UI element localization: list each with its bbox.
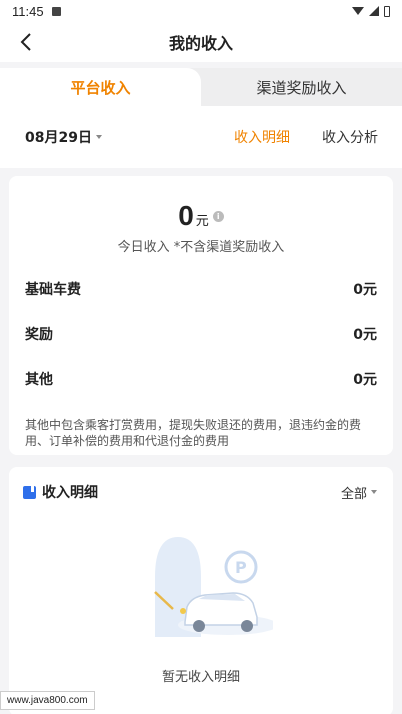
status-bar: 11:45 [0,0,402,22]
breakdown-label: 其他 [25,372,53,388]
filter-bar: 08月29日 收入明细 收入分析 [0,106,402,168]
breakdown-label: 基础车费 [25,282,81,298]
empty-state-text: 暂无收入明细 [161,670,240,685]
info-icon[interactable]: i [212,210,224,222]
date-picker[interactable]: 08月29日 [25,127,102,147]
back-button[interactable] [14,30,38,54]
breakdown-value: 0元 [353,327,377,343]
detail-filter-value: 全部 [340,486,367,502]
breakdown-label: 奖励 [25,327,53,343]
detail-header: 收入明细 全部 [23,482,377,502]
watermark: www.java800.com [0,691,95,710]
breakdown-value: 0元 [353,282,377,298]
tab-platform-income[interactable]: 平台收入 [0,68,201,106]
amount-unit: 元 [195,214,209,229]
income-detail-card: 收入明细 全部 P 暂无收入明细 [9,467,393,714]
breakdown-row: 奖励 0元 [25,324,377,369]
caret-down-icon [371,490,377,494]
empty-state-car-illustration-icon: P [154,537,273,637]
battery-icon [384,5,390,17]
income-tabs: 平台收入 渠道奖励收入 [0,68,402,106]
signal-icon [369,6,379,16]
amount-value: 0 [178,200,194,231]
tab-channel-reward-income[interactable]: 渠道奖励收入 [201,68,402,106]
income-breakdown: 基础车费 0元 奖励 0元 其他 0元 [9,279,393,414]
notification-icon [51,6,61,16]
status-icons [352,5,390,17]
breakdown-row: 基础车费 0元 [25,279,377,324]
svg-text:P: P [235,558,247,577]
detail-title: 收入明细 [42,485,98,501]
app-header: 我的收入 [0,22,402,62]
total-amount: 0 元 i [9,200,393,232]
page-title: 我的收入 [168,34,233,53]
income-summary-card: 0 元 i 今日收入 *不含渠道奖励收入 基础车费 0元 奖励 0元 其他 0元… [9,176,393,455]
wifi-icon [352,7,364,15]
date-value: 08月29日 [25,130,92,146]
bookmark-icon [23,485,36,499]
summary-subtitle: 今日收入 *不含渠道奖励收入 [117,240,285,255]
view-links: 收入明细 收入分析 [234,127,378,147]
caret-down-icon [95,135,102,139]
income-analysis-link[interactable]: 收入分析 [322,127,378,147]
other-income-note: 其他中包含乘客打赏费用，提现失败退还的费用，退违约金的费用、订单补偿的费用和代退… [25,418,362,448]
chevron-left-icon [20,33,31,51]
breakdown-value: 0元 [353,372,377,388]
breakdown-row: 其他 0元 [25,369,377,414]
status-time: 11:45 [12,3,44,19]
detail-filter-dropdown[interactable]: 全部 [341,483,377,502]
income-detail-link[interactable]: 收入明细 [234,127,290,147]
